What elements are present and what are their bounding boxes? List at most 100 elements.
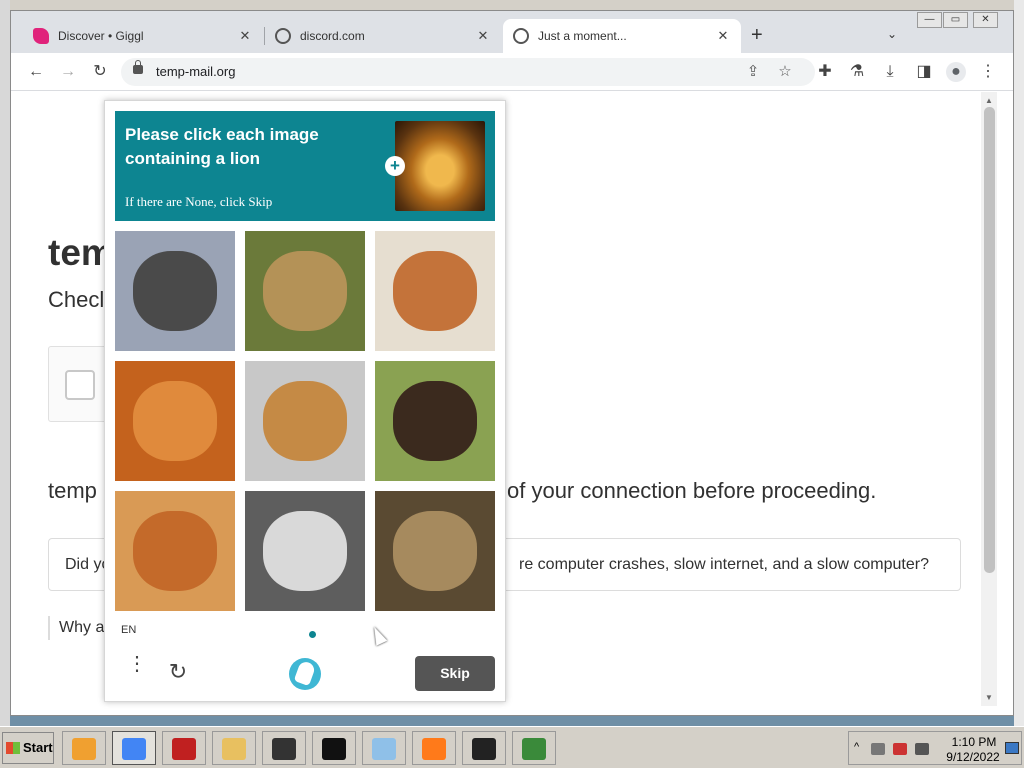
start-button[interactable]: Start (2, 732, 54, 764)
globe-icon (513, 28, 529, 44)
firefox-icon (422, 738, 446, 760)
example-lion-image (395, 121, 485, 211)
skip-button[interactable]: Skip (415, 656, 495, 691)
lion-profile-image[interactable] (375, 491, 495, 611)
inkscape-taskbar-button[interactable] (262, 731, 306, 765)
plus-icon[interactable]: + (385, 156, 405, 176)
page-subtitle: Checl (48, 287, 105, 312)
collie-dog-image[interactable] (375, 361, 495, 481)
tab-label: Discover • Giggl (58, 29, 144, 43)
reload-button[interactable]: ↻ (90, 62, 110, 82)
browser-toolbar: ← → ↻ temp-mail.org ⇪ ☆ ✚ ⚗ ⤓ ◨ ● ⋮ (11, 53, 1013, 91)
tab-close-icon[interactable]: ✕ (475, 28, 491, 44)
tab-just-a-moment[interactable]: Just a moment... ✕ (503, 19, 741, 53)
start-label: Start (23, 740, 53, 755)
hcaptcha-logo[interactable] (289, 658, 321, 690)
kart-game-taskbar-button[interactable] (162, 731, 206, 765)
security-message-end: of your connection before proceeding. (507, 478, 877, 503)
chrome-taskbar-button[interactable] (112, 731, 156, 765)
tab-search-button[interactable]: ⌄ (887, 27, 897, 41)
security-message-start: temp (48, 478, 97, 503)
browser-menu-icon[interactable]: ⋮ (978, 62, 998, 82)
page-indicator-dot (309, 631, 316, 638)
network-tray-icon[interactable] (871, 743, 885, 755)
scroll-up-arrow-icon[interactable]: ▲ (985, 96, 993, 105)
refresh-icon[interactable]: ↻ (165, 659, 191, 685)
running-horse-image[interactable] (375, 231, 495, 351)
info-banner-text-end: re computer crashes, slow internet, and … (519, 556, 929, 573)
notepad-taskbar-button[interactable] (362, 731, 406, 765)
clock-time[interactable]: 1:10 PM (947, 735, 1001, 749)
chihuahua-dog-image[interactable] (245, 361, 365, 481)
running-horse-shape (393, 251, 477, 331)
chrome-icon (122, 738, 146, 760)
desktop-background-left (0, 0, 10, 726)
new-tab-button[interactable]: + (751, 25, 763, 45)
tab-label: Just a moment... (538, 29, 627, 43)
lion-profile-shape (393, 511, 477, 591)
collie-dog-shape (393, 381, 477, 461)
system-tray: ^ 1:10 PM 9/12/2022 (848, 731, 1022, 765)
captcha-challenge: Please click each image containing a lio… (104, 100, 506, 702)
desktop-background-right (1014, 0, 1024, 726)
tab-giggl[interactable]: Discover • Giggl ✕ (23, 19, 263, 53)
side-panel-icon[interactable]: ◨ (914, 62, 934, 82)
captcha-image-grid (115, 231, 495, 611)
scroll-down-arrow-icon[interactable]: ▼ (985, 693, 993, 702)
lion-face-image[interactable] (245, 231, 365, 351)
ginger-cat-image[interactable] (115, 491, 235, 611)
minimize-button[interactable]: — (917, 12, 942, 28)
captcha-header: Please click each image containing a lio… (115, 111, 495, 221)
tab-discord[interactable]: discord.com ✕ (265, 19, 501, 53)
maximize-button[interactable]: ▭ (943, 12, 968, 28)
language-selector[interactable]: EN (121, 624, 136, 636)
taskbar: Start ^ 1:10 PM 9/12/2022 (0, 726, 1024, 768)
url-text[interactable]: temp-mail.org (156, 64, 235, 79)
back-button[interactable]: ← (26, 62, 46, 82)
network-monitor-taskbar-button[interactable] (512, 731, 556, 765)
captcha-prompt: Please click each image containing a lio… (125, 125, 319, 168)
command-prompt-taskbar-button[interactable] (312, 731, 356, 765)
windows-flag-icon (6, 742, 20, 754)
tab-label: discord.com (300, 29, 365, 43)
command-prompt-icon (322, 738, 346, 760)
7zip-icon (472, 738, 496, 760)
media-player-icon (72, 738, 96, 760)
scrollbar-thumb[interactable] (984, 107, 995, 573)
dark-horse-image[interactable] (115, 231, 235, 351)
7zip-taskbar-button[interactable] (462, 731, 506, 765)
labs-flask-icon[interactable]: ⚗ (847, 62, 867, 82)
tray-expand-arrow-icon[interactable]: ^ (854, 741, 859, 753)
close-window-button[interactable]: ✕ (973, 12, 998, 28)
giggl-icon (33, 28, 49, 44)
captcha-menu-icon[interactable]: ⋮ (127, 654, 147, 674)
verify-checkbox[interactable] (65, 370, 95, 400)
extensions-icon[interactable]: ✚ (815, 62, 835, 82)
why-section: Why a (48, 616, 104, 640)
forward-button[interactable]: → (58, 62, 78, 82)
show-desktop-icon[interactable] (1005, 742, 1019, 754)
page-scrollbar[interactable]: ▲ ▼ (981, 92, 997, 706)
share-icon[interactable]: ⇪ (743, 62, 763, 80)
file-explorer-icon (222, 738, 246, 760)
file-explorer-taskbar-button[interactable] (212, 731, 256, 765)
tab-close-icon[interactable]: ✕ (237, 28, 253, 44)
lock-icon[interactable] (133, 60, 143, 74)
firefox-taskbar-button[interactable] (412, 731, 456, 765)
kart-game-icon (172, 738, 196, 760)
captcha-hint: If there are None, click Skip (125, 194, 273, 209)
tab-strip: Discover • Giggl ✕ discord.com ✕ Just a … (11, 11, 1013, 53)
tab-close-icon[interactable]: ✕ (715, 28, 731, 44)
media-player-taskbar-button[interactable] (62, 731, 106, 765)
clock-date[interactable]: 9/12/2022 (943, 750, 1003, 764)
profile-avatar-icon[interactable]: ● (946, 62, 966, 82)
download-icon[interactable]: ⤓ (880, 62, 900, 82)
volume-tray-icon[interactable] (915, 743, 929, 755)
globe-icon (275, 28, 291, 44)
orange-cat-image[interactable] (115, 361, 235, 481)
security-tray-icon[interactable] (893, 743, 907, 755)
tabby-cat-image[interactable] (245, 491, 365, 611)
bookmark-star-icon[interactable]: ☆ (775, 62, 795, 80)
inkscape-icon (272, 738, 296, 760)
address-bar[interactable]: temp-mail.org ⇪ ☆ (121, 58, 815, 86)
